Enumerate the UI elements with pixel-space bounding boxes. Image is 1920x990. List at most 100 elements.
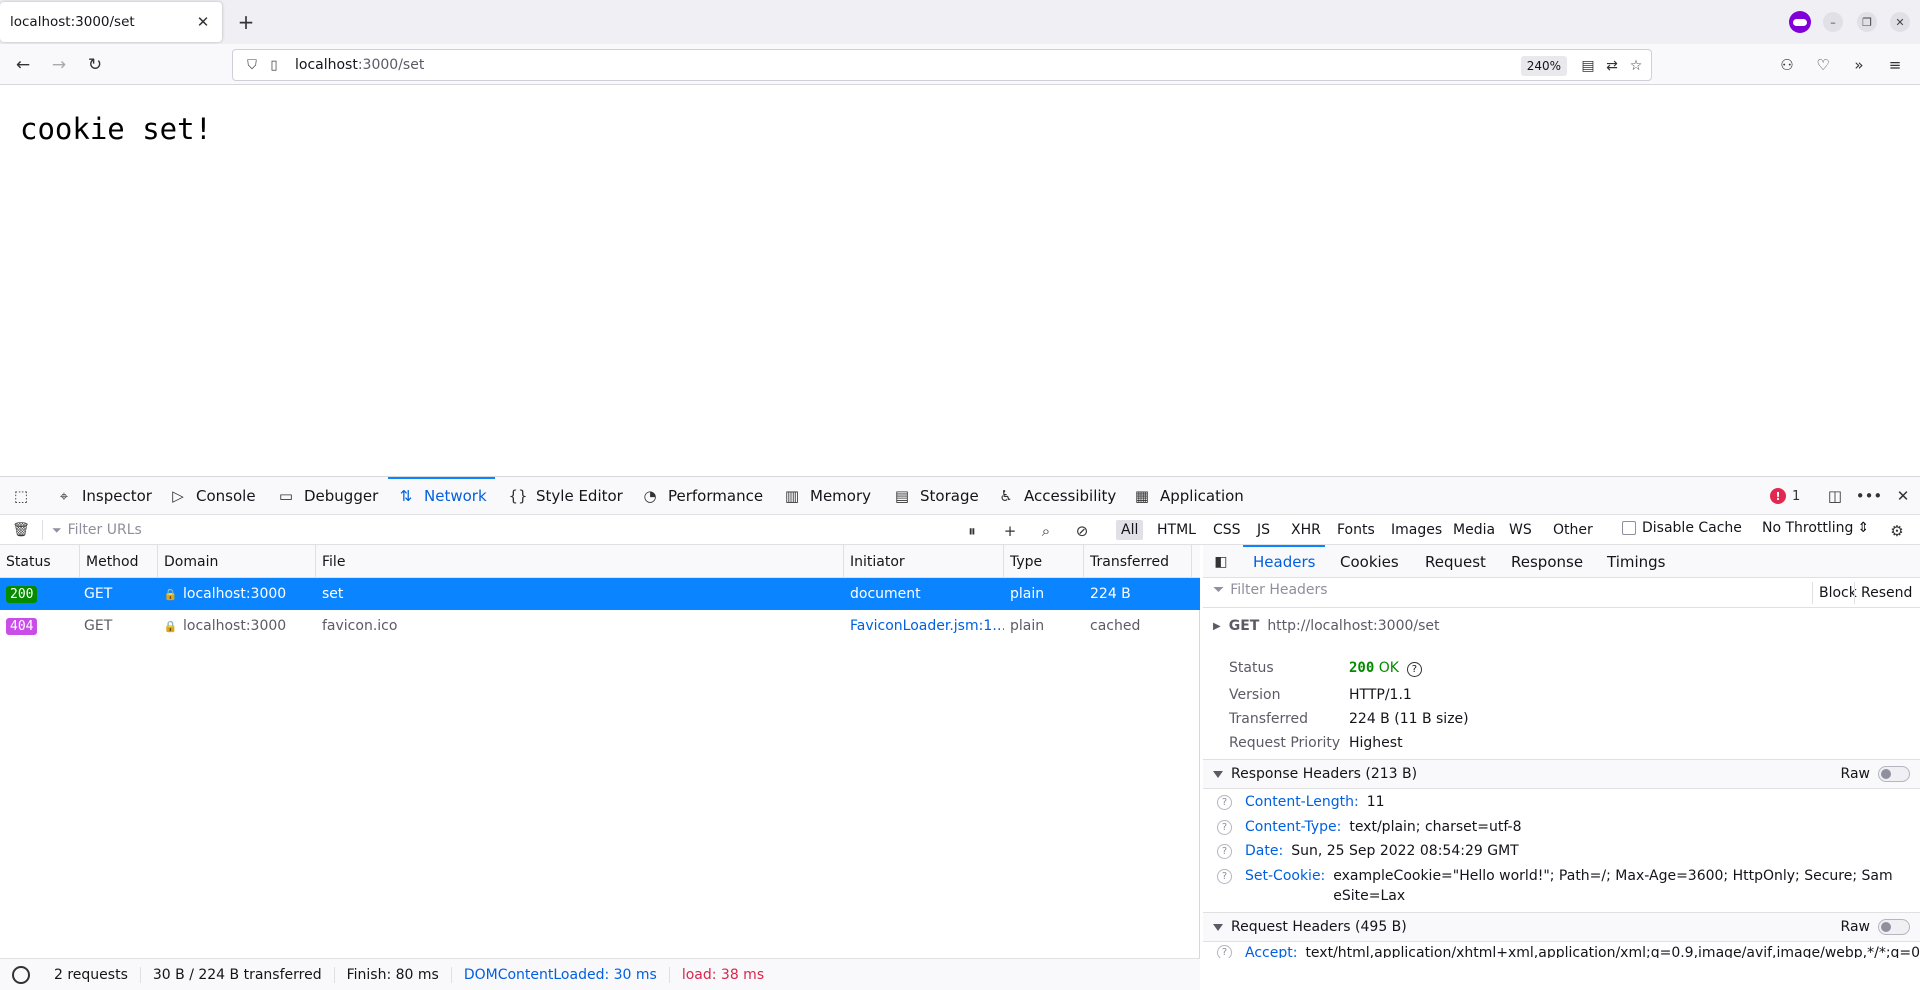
request-headers-section[interactable]: Request Headers (495 B) Raw: [1203, 912, 1920, 942]
tab-inspector[interactable]: ⌖ Inspector: [54, 477, 152, 515]
type-filter-css[interactable]: CSS: [1208, 520, 1246, 540]
error-icon: !: [1770, 488, 1786, 504]
bookmark-star-icon[interactable]: ☆: [1625, 55, 1647, 77]
column-domain[interactable]: Domain: [158, 545, 316, 578]
close-tab-icon[interactable]: ✕: [194, 13, 212, 31]
help-icon[interactable]: ?: [1217, 869, 1232, 884]
clear-requests-icon[interactable]: 🗑: [12, 521, 30, 539]
network-status-bar: 2 requests 30 B / 224 B transferred Fini…: [0, 958, 1200, 990]
close-window-button[interactable]: ✕: [1888, 10, 1912, 34]
type-filter-html[interactable]: HTML: [1152, 520, 1201, 540]
type-text: plain: [1010, 586, 1045, 602]
tab-response[interactable]: Response: [1511, 545, 1583, 578]
add-request-icon[interactable]: +: [1000, 521, 1020, 541]
tab-timings[interactable]: Timings: [1607, 545, 1666, 578]
url-bar[interactable]: ⛉ ▯ localhost:3000/set 240% ▤ ⇄ ☆: [232, 49, 1652, 81]
dock-toggle-icon[interactable]: ◫: [1824, 486, 1846, 506]
tab-console[interactable]: ▷ Console: [168, 477, 255, 515]
restore-button[interactable]: ❐: [1855, 10, 1879, 34]
priority-row: Request Priority Highest: [1229, 735, 1403, 751]
menu-icon[interactable]: ≡: [1882, 52, 1908, 78]
tracking-protection-icon[interactable]: ⛉: [243, 56, 261, 74]
performance-analysis-icon[interactable]: [12, 965, 30, 984]
settings-gear-icon[interactable]: ⚙: [1887, 521, 1907, 541]
reload-button[interactable]: ↻: [82, 52, 108, 78]
type-filter-images[interactable]: Images: [1386, 520, 1447, 540]
help-icon[interactable]: ?: [1217, 795, 1232, 810]
initiator-link[interactable]: FaviconLoader.jsm:1…: [850, 618, 1004, 634]
search-icon[interactable]: ⌕: [1036, 521, 1056, 541]
tracking-icon[interactable]: ⚇: [1774, 52, 1800, 78]
tab-bar: localhost:3000/set ✕ + – ❐ ✕: [0, 0, 1920, 44]
pocket-icon[interactable]: ♡: [1810, 52, 1836, 78]
raw-toggle[interactable]: Raw: [1841, 766, 1910, 782]
type-filter-ws[interactable]: WS: [1504, 520, 1537, 540]
help-icon[interactable]: ?: [1217, 820, 1232, 835]
table-row[interactable]: 404 GET 🔒 localhost:3000 favicon.ico Favi…: [0, 610, 1200, 642]
table-row[interactable]: 200 GET 🔒 localhost:3000 set document pla…: [0, 578, 1200, 610]
block-icon[interactable]: ⊘: [1072, 521, 1092, 541]
status-badge: 200: [6, 585, 38, 603]
column-file[interactable]: File: [316, 545, 844, 578]
filter-headers-input[interactable]: ⏷ Filter Headers: [1213, 582, 1328, 598]
type-filter-other[interactable]: Other: [1548, 520, 1598, 540]
network-filter-bar: 🗑 ⏷ Filter URLs ⏸ + ⌕ ⊘ All HTML CSS JS X…: [0, 515, 1920, 545]
page-info-icon[interactable]: ▯: [265, 56, 283, 74]
back-button[interactable]: ←: [10, 52, 36, 78]
element-picker-icon[interactable]: ⬚: [10, 486, 32, 506]
raw-toggle[interactable]: Raw: [1841, 919, 1910, 935]
tab-performance[interactable]: ◔ Performance: [640, 477, 763, 515]
browser-tab[interactable]: localhost:3000/set ✕: [0, 2, 222, 42]
close-devtools-icon[interactable]: ✕: [1892, 486, 1914, 506]
resend-button[interactable]: Resend: [1854, 582, 1912, 604]
new-tab-button[interactable]: +: [234, 10, 258, 34]
disable-cache-checkbox[interactable]: Disable Cache: [1622, 520, 1742, 536]
forward-button[interactable]: →: [46, 52, 72, 78]
private-browsing-icon: [1788, 10, 1812, 34]
tab-storage[interactable]: ▤ Storage: [892, 477, 979, 515]
request-summary[interactable]: ▶ GET http://localhost:3000/set: [1213, 618, 1440, 634]
minimize-button[interactable]: –: [1821, 10, 1845, 34]
reader-view-icon[interactable]: ▤: [1577, 55, 1599, 77]
tab-application[interactable]: ▦ Application: [1132, 477, 1244, 515]
tab-network[interactable]: ⇅ Network: [388, 477, 495, 515]
column-type[interactable]: Type: [1004, 545, 1084, 578]
help-icon[interactable]: ?: [1406, 662, 1422, 677]
tab-debugger[interactable]: ▭ Debugger: [276, 477, 378, 515]
page-viewport: cookie set!: [0, 85, 1920, 476]
help-icon[interactable]: ?: [1217, 844, 1232, 859]
toggle-switch[interactable]: [1878, 919, 1910, 935]
type-filter-media[interactable]: Media: [1448, 520, 1500, 540]
help-icon[interactable]: ?: [1217, 945, 1232, 958]
column-transferred[interactable]: Transferred: [1084, 545, 1192, 578]
type-filter-js[interactable]: JS: [1252, 520, 1275, 540]
overflow-chevron-icon[interactable]: »: [1846, 52, 1872, 78]
load-time: load: 38 ms: [681, 966, 765, 983]
filter-urls-input[interactable]: ⏷ Filter URLs: [52, 519, 952, 541]
tab-memory[interactable]: ▥ Memory: [782, 477, 871, 515]
tab-cookies[interactable]: Cookies: [1340, 545, 1399, 578]
throttling-select[interactable]: No Throttling ⇕: [1762, 520, 1869, 536]
response-headers-section[interactable]: Response Headers (213 B) Raw: [1203, 759, 1920, 789]
url-text[interactable]: localhost:3000/set: [295, 57, 424, 73]
zoom-level[interactable]: 240%: [1520, 56, 1567, 76]
error-count-badge[interactable]: ! 1: [1770, 486, 1800, 506]
tab-accessibility[interactable]: ♿ Accessibility: [996, 477, 1116, 515]
tab-request[interactable]: Request: [1425, 545, 1486, 578]
type-filter-fonts[interactable]: Fonts: [1332, 520, 1380, 540]
column-status[interactable]: Status: [0, 545, 80, 578]
type-filter-xhr[interactable]: XHR: [1286, 520, 1326, 540]
toggle-switch[interactable]: [1878, 766, 1910, 782]
pause-icon[interactable]: ⏸: [962, 521, 982, 541]
block-button[interactable]: Block: [1812, 582, 1857, 604]
more-options-icon[interactable]: •••: [1856, 486, 1883, 506]
column-initiator[interactable]: Initiator: [844, 545, 1004, 578]
tab-headers[interactable]: Headers: [1242, 545, 1326, 578]
tab-style-editor[interactable]: {} Style Editor: [508, 477, 622, 515]
select-arrows-icon: ⇕: [1857, 520, 1870, 536]
translate-icon[interactable]: ⇄: [1601, 55, 1623, 77]
toggle-panel-icon[interactable]: ◧: [1211, 552, 1231, 572]
transferred-total: 30 B / 224 B transferred: [141, 966, 335, 983]
column-method[interactable]: Method: [80, 545, 158, 578]
type-filter-all[interactable]: All: [1116, 520, 1144, 540]
